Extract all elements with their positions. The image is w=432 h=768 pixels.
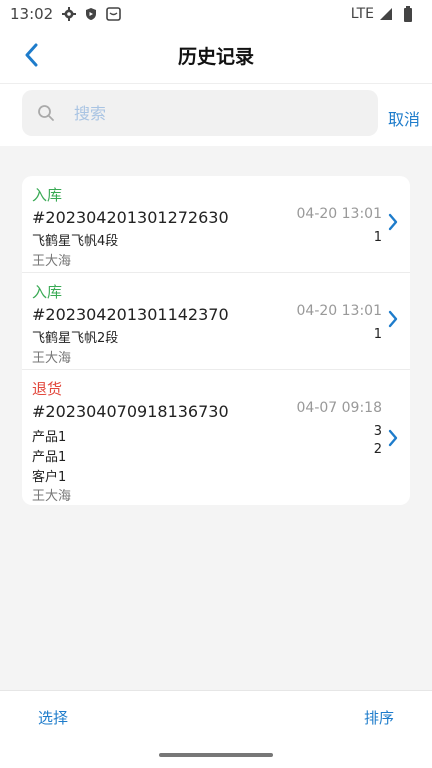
chevron-right-icon [386, 309, 400, 329]
status-bar: 13:02 LTE [0, 0, 432, 28]
chevron-right-icon [386, 428, 400, 448]
history-record[interactable]: 入库 #202304201301142370 04-20 13:01 飞鹤星飞帆… [22, 273, 410, 370]
history-list: 入库 #202304201301272630 04-20 13:01 飞鹤星飞帆… [22, 176, 410, 505]
record-time: 04-20 13:01 [296, 206, 382, 222]
record-time: 04-07 09:18 [296, 400, 382, 416]
record-operator: 王大海 [32, 254, 72, 269]
search-box[interactable] [22, 90, 378, 136]
record-operator: 王大海 [32, 489, 72, 504]
page-header: 历史记录 [0, 28, 432, 84]
signal-icon [378, 6, 394, 22]
record-order-number: #202304070918136730 [32, 402, 229, 421]
shield-icon [83, 6, 99, 22]
back-button[interactable] [16, 40, 46, 70]
chevron-left-icon [25, 43, 38, 67]
record-item-qty: 3 [373, 424, 382, 439]
record-operator: 王大海 [32, 351, 72, 366]
search-icon [36, 103, 56, 123]
search-input[interactable] [74, 103, 334, 123]
record-item-name: 飞鹤星飞帆4段 [32, 234, 119, 249]
record-order-number: #202304201301142370 [32, 305, 229, 324]
gesture-nav-handle[interactable] [159, 753, 273, 757]
chevron-right-icon [386, 212, 400, 232]
record-item-name: 飞鹤星飞帆2段 [32, 331, 119, 346]
record-item-name: 产品1 [32, 430, 67, 445]
page-title: 历史记录 [177, 46, 254, 68]
record-type: 入库 [32, 283, 63, 301]
search-area: 取消 [0, 84, 432, 146]
history-record[interactable]: 入库 #202304201301272630 04-20 13:01 飞鹤星飞帆… [22, 176, 410, 273]
cancel-button[interactable]: 取消 [388, 106, 420, 130]
inbox-icon [105, 6, 121, 22]
record-time: 04-20 13:01 [296, 303, 382, 319]
history-record[interactable]: 退货 #202304070918136730 04-07 09:18 产品1 3… [22, 370, 410, 505]
bottom-toolbar: 选择 排序 [0, 690, 432, 768]
record-type: 入库 [32, 186, 63, 204]
settings-gear-icon [61, 6, 77, 22]
battery-icon [400, 6, 416, 22]
record-item-qty: 1 [373, 230, 382, 245]
network-type: LTE [350, 6, 374, 22]
status-time: 13:02 [10, 5, 54, 23]
select-button[interactable]: 选择 [38, 707, 68, 728]
record-type: 退货 [32, 380, 63, 398]
record-item-name: 产品1 [32, 450, 67, 465]
record-item-qty: 1 [373, 327, 382, 342]
sort-button[interactable]: 排序 [364, 707, 394, 728]
record-item-qty: 2 [373, 442, 382, 457]
record-customer: 客户1 [32, 470, 67, 485]
record-order-number: #202304201301272630 [32, 208, 229, 227]
